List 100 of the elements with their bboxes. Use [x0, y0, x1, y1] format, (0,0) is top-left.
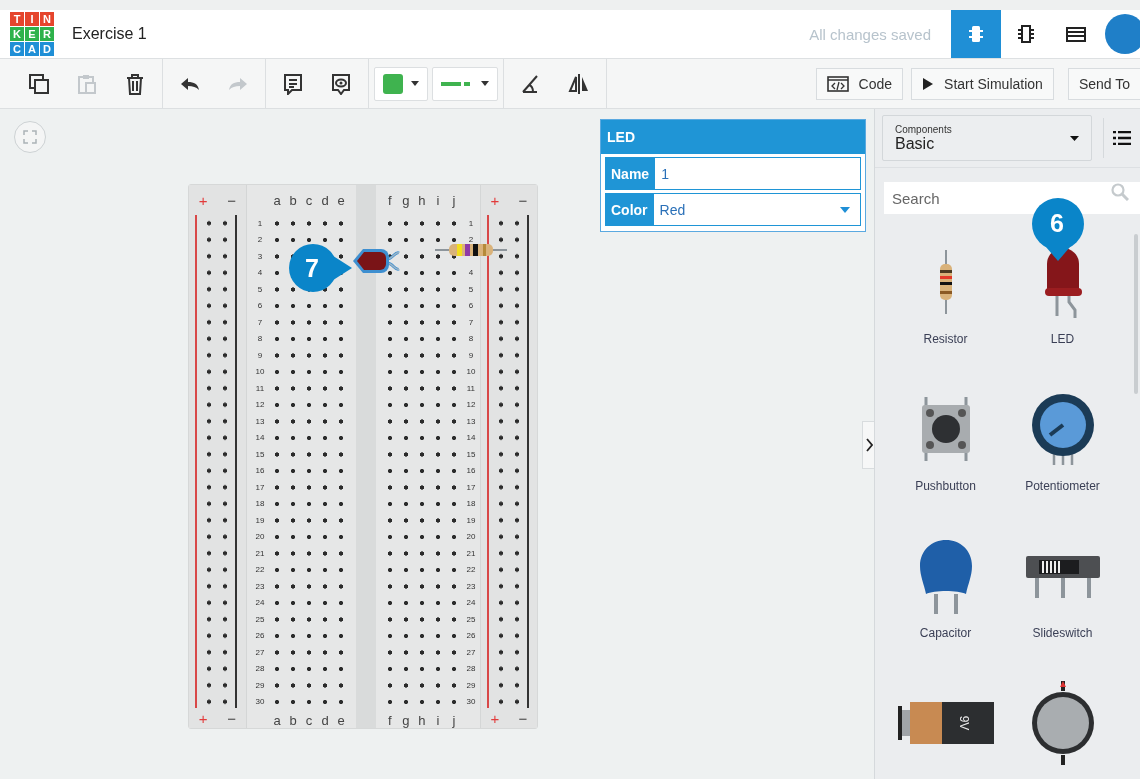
- row-number: 23: [465, 581, 477, 591]
- row-number: 26: [254, 631, 266, 641]
- slideswitch-icon: [1024, 554, 1101, 598]
- column-letter: h: [417, 712, 427, 728]
- row-number: 16: [254, 466, 266, 476]
- row-number: 10: [465, 367, 477, 377]
- row-number: 20: [254, 532, 266, 542]
- component-tile[interactable]: Slideswitch: [1004, 526, 1121, 673]
- column-letter: e: [336, 192, 346, 208]
- component-tile[interactable]: Potentiometer: [1004, 379, 1121, 526]
- list-icon: [1112, 131, 1131, 145]
- column-letter: f: [387, 712, 393, 728]
- avatar[interactable]: [1105, 14, 1140, 54]
- start-simulation-button[interactable]: Start Simulation: [911, 67, 1054, 100]
- row-number: 27: [465, 647, 477, 657]
- logo-letter: C: [10, 42, 24, 56]
- flip-icon: [568, 72, 590, 95]
- corners-icon: [23, 130, 37, 144]
- dropdown-value: Basic: [895, 134, 935, 153]
- search-icon: [1111, 183, 1129, 201]
- row-number: 30: [254, 697, 266, 707]
- row-number: 13: [465, 416, 477, 426]
- column-letter: d: [320, 192, 330, 208]
- resistor-drawing: [435, 242, 507, 258]
- row-number: 17: [465, 482, 477, 492]
- row-number: 17: [254, 482, 266, 492]
- row-number: 11: [254, 383, 266, 393]
- row-number: 26: [465, 631, 477, 641]
- plus-sign: +: [489, 191, 501, 209]
- row-number: 8: [256, 334, 264, 344]
- logo-letter: I: [25, 12, 39, 26]
- row-number: 27: [254, 647, 266, 657]
- row-number: 28: [465, 664, 477, 674]
- row-number: 25: [465, 614, 477, 624]
- row-number: 1: [256, 218, 264, 228]
- row-number: 13: [254, 416, 266, 426]
- row-number: 5: [467, 284, 475, 294]
- field-label: Name: [605, 157, 656, 190]
- plus-sign: +: [197, 709, 209, 727]
- row-number: 14: [254, 433, 266, 443]
- component-icon: [1016, 24, 1036, 44]
- potentiometer-icon: [1029, 393, 1096, 465]
- logo-letter: T: [10, 12, 24, 26]
- line-color-dropdown[interactable]: [432, 66, 498, 101]
- caret-icon: [481, 81, 489, 86]
- chevron-right-icon: [865, 438, 873, 452]
- save-status: All changes saved: [809, 25, 931, 43]
- component-tile[interactable]: Pushbutton: [887, 379, 1004, 526]
- row-number: 6: [467, 301, 475, 311]
- send-to-button[interactable]: Send To: [1067, 67, 1140, 100]
- logo-letter: N: [40, 12, 54, 26]
- callout-tooltip: 6: [1031, 197, 1085, 263]
- row-number: 25: [254, 614, 266, 624]
- row-number: 9: [467, 350, 475, 360]
- column-letter: j: [451, 192, 457, 208]
- dropdown-label: Components: [895, 123, 952, 135]
- trash-icon: [124, 72, 146, 95]
- row-number: 22: [465, 565, 477, 575]
- project-title: Exercise 1: [72, 25, 147, 43]
- panel-title: LED: [601, 120, 865, 154]
- component-tile[interactable]: Capacitor: [887, 526, 1004, 673]
- search-field[interactable]: Search: [884, 182, 1140, 214]
- column-letter: a: [272, 712, 282, 728]
- column-letter: g: [401, 192, 411, 208]
- scrollbar-thumb[interactable]: [1134, 234, 1138, 394]
- row-number: 19: [465, 515, 477, 525]
- name-field[interactable]: 1: [655, 157, 861, 190]
- pushbutton-icon: [919, 397, 972, 461]
- coin-cell-icon: [1030, 681, 1095, 765]
- column-letter: g: [401, 712, 411, 728]
- row-number: 2: [467, 235, 475, 245]
- row-number: 3: [256, 251, 264, 261]
- row-number: 18: [254, 499, 266, 509]
- logo-letter: E: [25, 27, 39, 41]
- minus-sign: −: [226, 191, 238, 209]
- copy-icon: [28, 72, 50, 95]
- row-number: 5: [256, 284, 264, 294]
- row-number: 4: [256, 268, 264, 278]
- minus-sign: −: [517, 709, 529, 727]
- column-letter: i: [435, 712, 441, 728]
- fill-color-dropdown[interactable]: [374, 66, 428, 101]
- color-dropdown[interactable]: Red: [653, 193, 861, 226]
- column-letter: b: [288, 192, 298, 208]
- row-number: 15: [254, 449, 266, 459]
- row-number: 6: [256, 301, 264, 311]
- column-letter: i: [435, 192, 441, 208]
- row-number: 10: [254, 367, 266, 377]
- code-button[interactable]: Code: [815, 67, 904, 100]
- note-eye-icon: [330, 72, 352, 95]
- column-letter: c: [304, 712, 314, 728]
- component-tile[interactable]: 9V: [887, 673, 1004, 779]
- battery-label: 9V: [956, 715, 971, 731]
- row-number: 20: [465, 532, 477, 542]
- column-letter: d: [320, 712, 330, 728]
- row-number: 16: [465, 466, 477, 476]
- category-dropdown[interactable]: Components Basic: [882, 115, 1092, 161]
- row-number: 21: [254, 548, 266, 558]
- minus-sign: −: [517, 191, 529, 209]
- component-tile[interactable]: Resistor: [887, 232, 1004, 379]
- logo-letter: R: [40, 27, 54, 41]
